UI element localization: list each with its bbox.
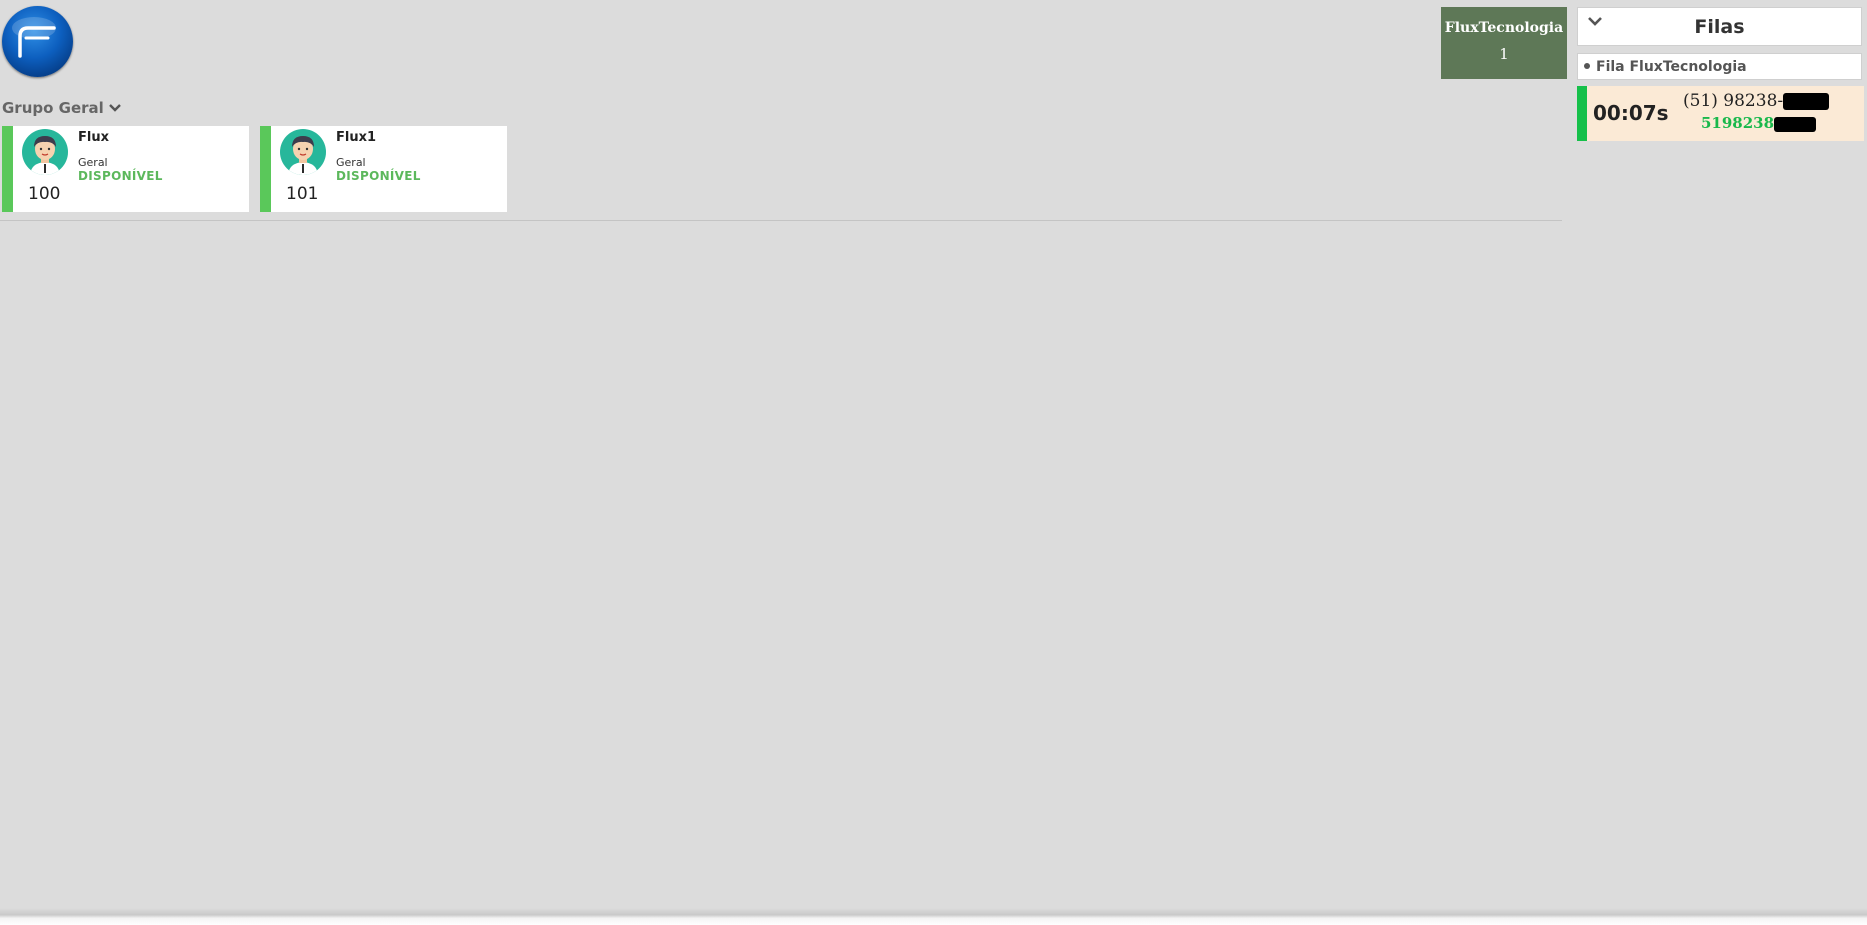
agent-extension: 101 <box>286 184 319 204</box>
avatar <box>22 129 68 175</box>
call-subnumber-line: 5198238 <box>1701 114 1817 132</box>
call-elapsed-time: 00:07s <box>1593 101 1669 125</box>
waiting-call-card[interactable]: 00:07s (51) 98238- 5198238 <box>1577 86 1864 141</box>
flux-logo-icon[interactable] <box>2 6 73 77</box>
filas-title: Filas <box>1694 16 1745 38</box>
caller-number: (51) 98238- <box>1683 91 1784 111</box>
bullet-icon <box>1584 63 1590 69</box>
redaction-mark <box>1774 116 1817 132</box>
section-divider <box>0 220 1562 221</box>
agent-card[interactable]: Flux Geral DISPONÍVEL 100 <box>2 126 249 212</box>
group-header[interactable]: Grupo Geral <box>2 99 121 117</box>
queue-list-item[interactable]: Fila FluxTecnologia <box>1577 53 1862 80</box>
group-title: Grupo Geral <box>2 99 104 117</box>
queue-label: Fila FluxTecnologia <box>1596 59 1747 75</box>
call-number-line: (51) 98238- <box>1683 91 1830 111</box>
agent-group: Geral <box>336 156 366 169</box>
queue-counter-count: 1 <box>1499 45 1509 63</box>
queue-counter-name: FluxTecnologia <box>1444 20 1564 36</box>
agent-group: Geral <box>78 156 108 169</box>
agent-name: Flux1 <box>336 130 377 145</box>
agent-status: DISPONÍVEL <box>336 169 421 183</box>
redaction-mark <box>1783 93 1830 110</box>
agent-status: DISPONÍVEL <box>78 169 163 183</box>
caller-subnumber: 5198238 <box>1701 114 1775 132</box>
agent-name: Flux <box>78 130 109 145</box>
agent-card[interactable]: Flux1 Geral DISPONÍVEL 101 <box>260 126 507 212</box>
avatar <box>280 129 326 175</box>
chevron-down-icon <box>108 104 121 112</box>
filas-panel-header[interactable]: Filas <box>1577 7 1862 46</box>
queue-counter[interactable]: FluxTecnologia 1 <box>1441 7 1567 79</box>
agent-extension: 100 <box>28 184 61 204</box>
window-bottom-edge <box>0 908 1867 925</box>
